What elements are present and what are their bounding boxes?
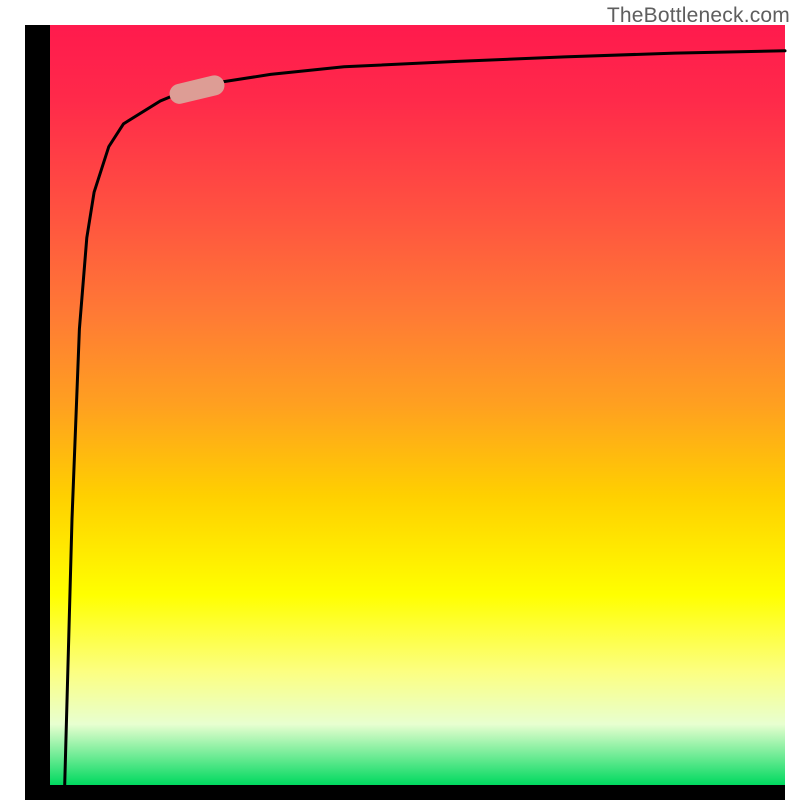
chart-container: TheBottleneck.com bbox=[0, 0, 800, 800]
plot-background-gradient bbox=[25, 25, 785, 785]
y-axis bbox=[25, 25, 50, 785]
x-axis bbox=[25, 785, 785, 800]
watermark-text: TheBottleneck.com bbox=[607, 4, 790, 28]
